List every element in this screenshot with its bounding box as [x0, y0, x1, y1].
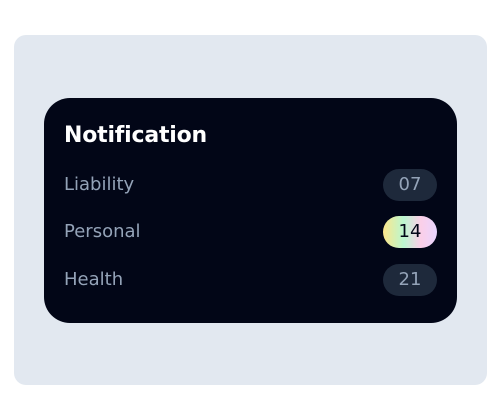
notification-item-personal[interactable]: Personal 14 — [64, 216, 437, 248]
notification-count-badge: 21 — [383, 264, 437, 296]
notification-count-badge: 07 — [383, 169, 437, 201]
notification-count-badge-highlighted: 14 — [383, 216, 437, 248]
notification-item-liability[interactable]: Liability 07 — [64, 169, 437, 201]
card-title: Notification — [64, 123, 208, 148]
notification-item-label: Liability — [64, 174, 135, 195]
notification-item-health[interactable]: Health 21 — [64, 264, 437, 296]
notification-card: Notification Liability 07 Personal 14 He… — [44, 98, 457, 323]
notification-item-label: Personal — [64, 221, 141, 242]
notification-item-label: Health — [64, 269, 124, 290]
